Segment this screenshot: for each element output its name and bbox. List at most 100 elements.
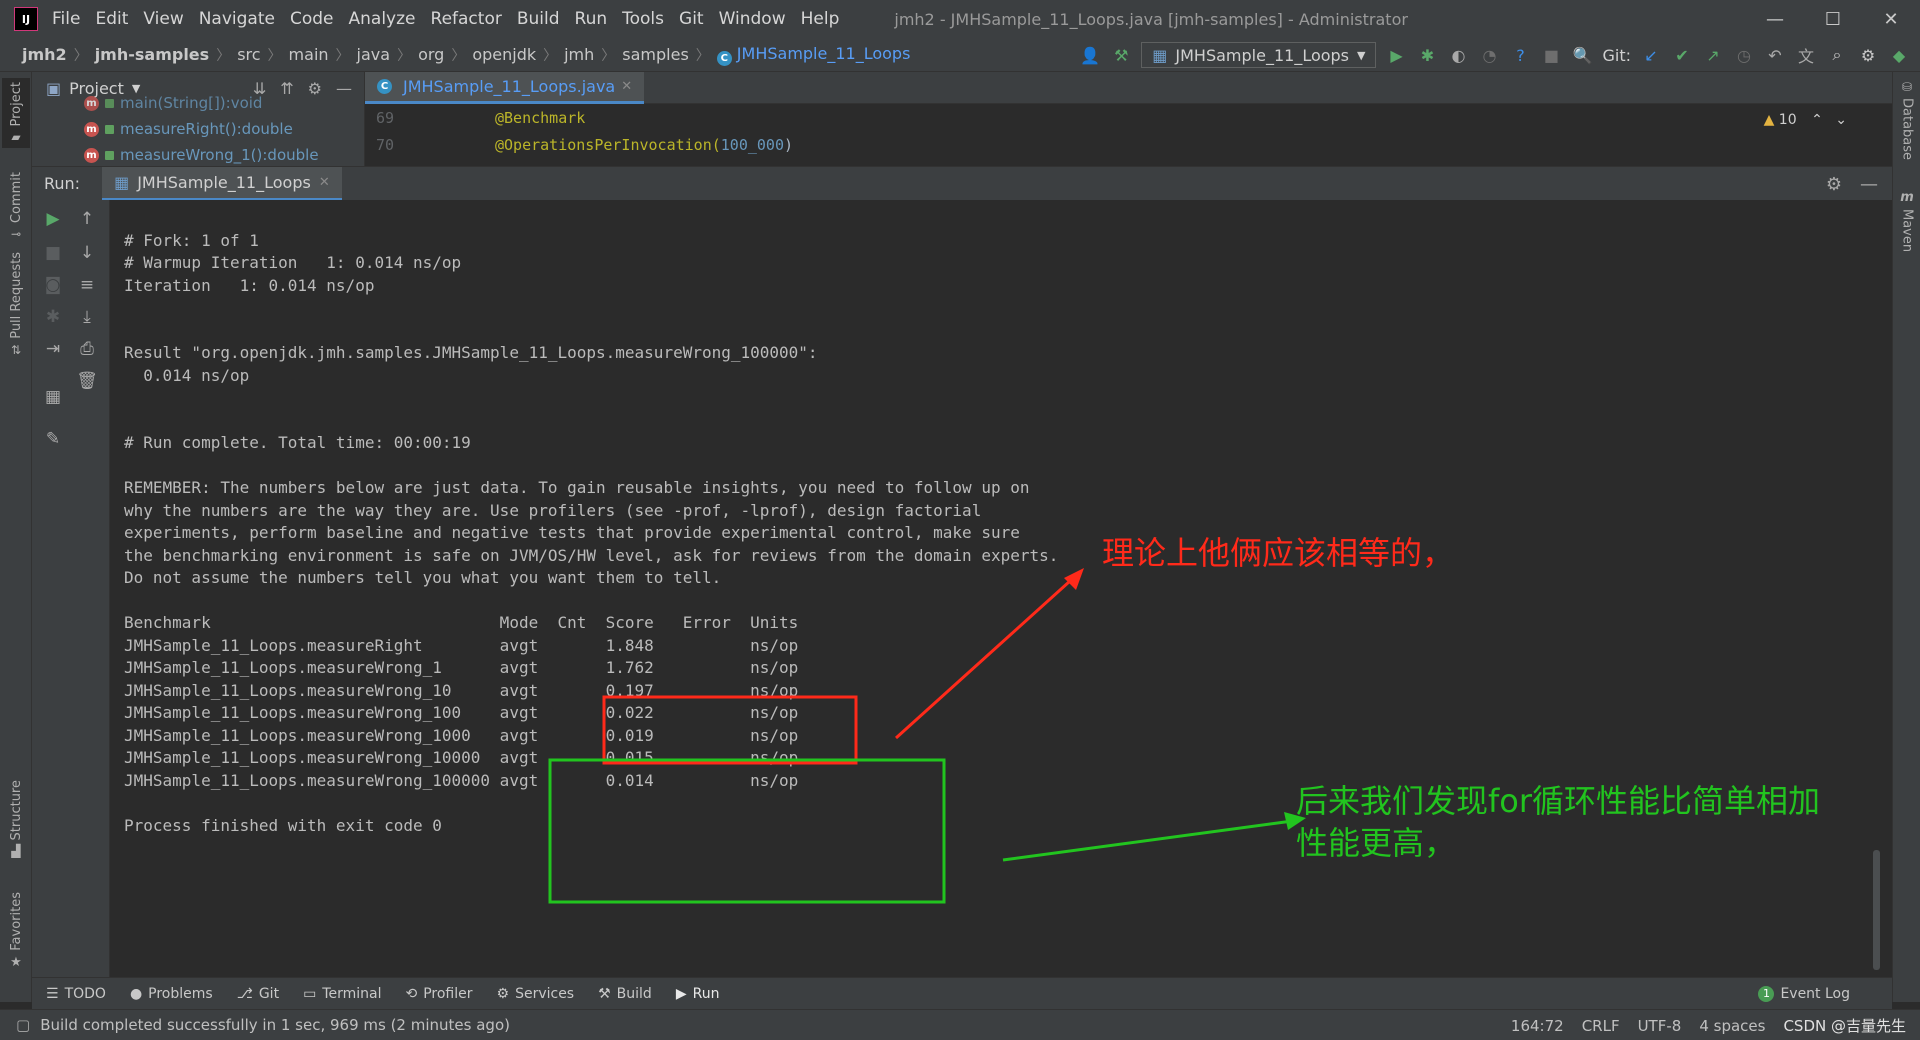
breadcrumb-item[interactable]: openjdk bbox=[472, 45, 536, 64]
git-commit-icon[interactable]: ✔ bbox=[1671, 44, 1693, 66]
print-icon[interactable]: ⎙ bbox=[76, 338, 98, 360]
breadcrumb-separator: 〉 bbox=[216, 47, 231, 64]
translate-icon[interactable]: 文 bbox=[1795, 44, 1817, 66]
tab-commit[interactable]: Commit ⊸ bbox=[2, 172, 30, 241]
tab-terminal[interactable]: ▭ Terminal bbox=[303, 986, 381, 1002]
tree-item[interactable]: m measureWrong_1():double bbox=[32, 142, 364, 166]
run-icon[interactable]: ▶ bbox=[1385, 44, 1407, 66]
layout-icon[interactable]: ▦ bbox=[42, 386, 64, 408]
search-icon[interactable]: ⌕ bbox=[1826, 44, 1848, 66]
camera-icon[interactable]: ◙ bbox=[42, 274, 64, 296]
tab-run[interactable]: ▶ Run bbox=[676, 986, 720, 1002]
profile-icon[interactable]: ◔ bbox=[1478, 44, 1500, 66]
git-push-icon[interactable]: ↗ bbox=[1702, 44, 1724, 66]
status-toggle-icon[interactable]: ▢ bbox=[16, 1016, 30, 1034]
intellij-logo-icon[interactable]: IJ bbox=[12, 5, 42, 35]
soft-wrap-icon[interactable]: ≡ bbox=[76, 274, 98, 296]
menu-item-build[interactable]: Build bbox=[517, 9, 560, 29]
tab-database[interactable]: ⛁ Database bbox=[1895, 80, 1919, 160]
stop-icon[interactable]: ■ bbox=[42, 242, 64, 264]
code-line[interactable]: 70 @OperationsPerInvocation(100_000) bbox=[365, 131, 1892, 158]
arrow-up-icon[interactable]: ↑ bbox=[76, 208, 98, 230]
menu-item-navigate[interactable]: Navigate bbox=[199, 9, 275, 29]
menu-item-run[interactable]: Run bbox=[575, 9, 608, 29]
stop-icon[interactable]: ■ bbox=[1540, 44, 1562, 66]
editor-tab[interactable]: C JMHSample_11_Loops.java ✕ bbox=[365, 72, 645, 104]
menu-item-code[interactable]: Code bbox=[290, 9, 334, 29]
exit-icon[interactable]: ⇥ bbox=[42, 338, 64, 360]
plugin-icon[interactable]: ◆ bbox=[1888, 44, 1910, 66]
rerun-icon[interactable]: ▶ bbox=[42, 208, 64, 230]
tab-project[interactable]: Project ▰ bbox=[2, 78, 30, 149]
minimize-button[interactable]: — bbox=[1746, 0, 1804, 38]
tab-build[interactable]: ⚒ Build bbox=[598, 986, 652, 1002]
menu-item-view[interactable]: View bbox=[143, 9, 183, 29]
run-tab[interactable]: ▦ JMHSample_11_Loops ✕ bbox=[102, 166, 342, 201]
tab-services[interactable]: ⚙ Services bbox=[497, 986, 575, 1002]
breadcrumb-item[interactable]: main bbox=[289, 45, 329, 64]
breadcrumb-file[interactable]: C JMHSample_11_Loops bbox=[716, 44, 910, 66]
debug-icon[interactable]: ✱ bbox=[42, 306, 64, 328]
caret-position[interactable]: 164:72 bbox=[1511, 1017, 1564, 1035]
public-lock-icon bbox=[105, 98, 114, 108]
menu-item-refactor[interactable]: Refactor bbox=[431, 9, 502, 29]
tab-profiler[interactable]: ⟲ Profiler bbox=[405, 986, 472, 1002]
rollback-icon[interactable]: ↶ bbox=[1764, 44, 1786, 66]
chevron-up-icon[interactable]: ⌃ bbox=[1811, 112, 1823, 128]
tab-todo[interactable]: ☰ TODO bbox=[46, 986, 106, 1002]
run-configuration-select[interactable]: ▦ JMHSample_11_Loops ▼ bbox=[1141, 42, 1377, 68]
menu-item-edit[interactable]: Edit bbox=[95, 9, 128, 29]
breadcrumb-item[interactable]: jmh2 bbox=[22, 45, 67, 64]
user-icon[interactable]: 👤 bbox=[1079, 44, 1101, 66]
close-button[interactable]: ✕ bbox=[1862, 0, 1920, 38]
trash-icon[interactable]: 🗑 bbox=[76, 370, 98, 392]
close-tab-icon[interactable]: ✕ bbox=[621, 79, 632, 94]
code-line[interactable]: 69 @Benchmark bbox=[365, 104, 1892, 131]
tab-maven[interactable]: m Maven bbox=[1895, 190, 1919, 252]
search-everywhere-icon[interactable]: 🔍 bbox=[1571, 44, 1593, 66]
tab-git[interactable]: ⎇ Git bbox=[237, 986, 279, 1002]
line-separator[interactable]: CRLF bbox=[1582, 1017, 1620, 1035]
pin-icon[interactable]: ✎ bbox=[42, 428, 64, 450]
coverage-icon[interactable]: ◐ bbox=[1447, 44, 1469, 66]
console-output[interactable]: # Fork: 1 of 1 # Warmup Iteration 1: 0.01… bbox=[110, 200, 1892, 977]
menu-item-analyze[interactable]: Analyze bbox=[349, 9, 416, 29]
build-hammer-icon[interactable]: ⚒ bbox=[1110, 44, 1132, 66]
scroll-to-end-icon[interactable]: ⤓ bbox=[76, 306, 98, 328]
hide-panel-icon[interactable]: — bbox=[1860, 174, 1878, 195]
menu-item-window[interactable]: Window bbox=[719, 9, 786, 29]
menu-item-help[interactable]: Help bbox=[801, 9, 840, 29]
tab-problems[interactable]: ● Problems bbox=[130, 986, 213, 1002]
breadcrumb-item[interactable]: org bbox=[418, 45, 444, 64]
status-message[interactable]: Build completed successfully in 1 sec, 9… bbox=[40, 1016, 510, 1034]
breadcrumb-item[interactable]: samples bbox=[622, 45, 689, 64]
inspection-widget[interactable]: ▲ 10 ⌃ ⌄ bbox=[1764, 112, 1847, 128]
tab-pull-requests[interactable]: Pull Requests ⇅ bbox=[2, 252, 30, 357]
tree-item[interactable]: m measureRight():double bbox=[32, 116, 364, 142]
arrow-down-icon[interactable]: ↓ bbox=[76, 242, 98, 264]
file-encoding[interactable]: UTF-8 bbox=[1638, 1017, 1682, 1035]
settings-gear-icon[interactable]: ⚙ bbox=[1857, 44, 1879, 66]
chevron-down-icon[interactable]: ⌄ bbox=[1835, 112, 1847, 128]
settings-gear-icon[interactable]: ⚙ bbox=[1826, 174, 1842, 195]
tab-structure[interactable]: Structure ▟ bbox=[2, 780, 30, 858]
close-tab-icon[interactable]: ✕ bbox=[319, 175, 330, 190]
paren-text: ) bbox=[784, 135, 794, 154]
debug-icon[interactable]: ✱ bbox=[1416, 44, 1438, 66]
maximize-button[interactable]: ☐ bbox=[1804, 0, 1862, 38]
menu-item-tools[interactable]: Tools bbox=[622, 9, 664, 29]
help-icon[interactable]: ? bbox=[1509, 44, 1531, 66]
event-log-button[interactable]: 1 Event Log bbox=[1758, 978, 1850, 1010]
tab-favorites[interactable]: Favorites ★ bbox=[2, 892, 30, 970]
menu-item-file[interactable]: File bbox=[52, 9, 80, 29]
scrollbar-thumb[interactable] bbox=[1873, 850, 1880, 970]
breadcrumb-item[interactable]: jmh bbox=[564, 45, 594, 64]
history-icon[interactable]: ◷ bbox=[1733, 44, 1755, 66]
menu-item-git[interactable]: Git bbox=[679, 9, 704, 29]
tree-item[interactable]: m main(String[]):void bbox=[32, 90, 364, 116]
breadcrumb-item[interactable]: java bbox=[357, 45, 391, 64]
breadcrumb-item[interactable]: jmh-samples bbox=[95, 45, 210, 64]
breadcrumb-item[interactable]: src bbox=[237, 45, 260, 64]
indent-setting[interactable]: 4 spaces bbox=[1699, 1017, 1765, 1035]
git-update-icon[interactable]: ↙ bbox=[1640, 44, 1662, 66]
